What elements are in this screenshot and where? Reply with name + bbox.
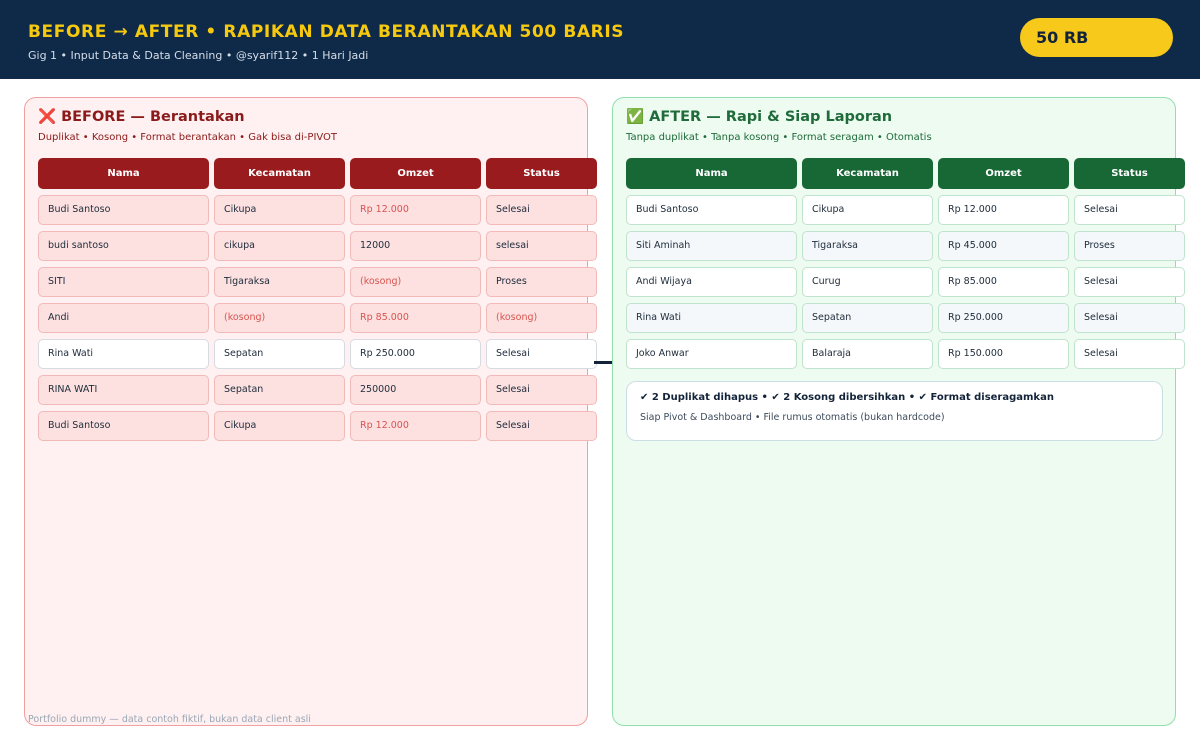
table-cell: Curug — [802, 267, 933, 297]
after-col-nama: Nama — [626, 158, 797, 189]
after-title: ✅ AFTER — Rapi & Siap Laporan — [626, 109, 893, 125]
table-cell: cikupa — [214, 231, 345, 261]
table-cell: Joko Anwar — [626, 339, 797, 369]
table-cell: Rp 250.000 — [350, 339, 481, 369]
header-bar: BEFORE → AFTER • RAPIKAN DATA BERANTAKAN… — [0, 0, 1200, 79]
table-cell: (kosong) — [486, 303, 597, 333]
after-subtitle: Tanpa duplikat • Tanpa kosong • Format s… — [626, 132, 932, 143]
table-cell: Sepatan — [214, 339, 345, 369]
page-title: BEFORE → AFTER • RAPIKAN DATA BERANTAKAN… — [28, 22, 625, 42]
table-cell: Andi — [38, 303, 209, 333]
table-cell: selesai — [486, 231, 597, 261]
table-cell: Andi Wijaya — [626, 267, 797, 297]
before-col-status: Status — [486, 158, 597, 189]
table-cell: Rp 12.000 — [350, 195, 481, 225]
table-cell: Rina Wati — [626, 303, 797, 333]
after-col-status: Status — [1074, 158, 1185, 189]
table-cell: Rp 12.000 — [938, 195, 1069, 225]
table-cell: Sepatan — [214, 375, 345, 405]
summary-note: Siap Pivot & Dashboard • File rumus otom… — [640, 412, 945, 423]
table-cell: 250000 — [350, 375, 481, 405]
summary-checklist: ✔ 2 Duplikat dihapus • ✔ 2 Kosong dibers… — [640, 392, 1054, 403]
price-badge: 50 RB — [1020, 18, 1173, 57]
table-cell: Sepatan — [802, 303, 933, 333]
table-cell: Selesai — [1074, 303, 1185, 333]
table-cell: Selesai — [1074, 339, 1185, 369]
table-cell: Siti Aminah — [626, 231, 797, 261]
table-cell: Cikupa — [214, 411, 345, 441]
before-title: ❌ BEFORE — Berantakan — [38, 109, 245, 125]
table-cell: Rp 45.000 — [938, 231, 1069, 261]
table-cell: Proses — [1074, 231, 1185, 261]
before-panel: ❌ BEFORE — Berantakan Duplikat • Kosong … — [24, 97, 597, 726]
table-cell: Tigaraksa — [214, 267, 345, 297]
table-cell: Balaraja — [802, 339, 933, 369]
table-cell: (kosong) — [214, 303, 345, 333]
table-cell: RINA WATI — [38, 375, 209, 405]
table-cell: Proses — [486, 267, 597, 297]
table-cell: 12000 — [350, 231, 481, 261]
table-cell: Rina Wati — [38, 339, 209, 369]
table-cell: (kosong) — [350, 267, 481, 297]
before-col-kecamatan: Kecamatan — [214, 158, 345, 189]
after-col-kecamatan: Kecamatan — [802, 158, 933, 189]
after-panel: ✅ AFTER — Rapi & Siap Laporan Tanpa dupl… — [612, 97, 1185, 726]
table-cell: SITI — [38, 267, 209, 297]
summary-box: ✔ 2 Duplikat dihapus • ✔ 2 Kosong dibers… — [626, 381, 1163, 441]
table-cell: Rp 85.000 — [350, 303, 481, 333]
table-cell: budi santoso — [38, 231, 209, 261]
after-col-omzet: Omzet — [938, 158, 1069, 189]
table-cell: Rp 12.000 — [350, 411, 481, 441]
table-cell: Selesai — [486, 375, 597, 405]
table-cell: Cikupa — [214, 195, 345, 225]
table-cell: Rp 85.000 — [938, 267, 1069, 297]
before-col-nama: Nama — [38, 158, 209, 189]
table-cell: Selesai — [486, 411, 597, 441]
table-cell: Selesai — [1074, 195, 1185, 225]
table-cell: Budi Santoso — [38, 195, 209, 225]
table-cell: Selesai — [1074, 267, 1185, 297]
footer-disclaimer: Portfolio dummy — data contoh fiktif, bu… — [28, 714, 311, 725]
table-cell: Budi Santoso — [626, 195, 797, 225]
table-cell: Rp 250.000 — [938, 303, 1069, 333]
table-cell: Rp 150.000 — [938, 339, 1069, 369]
table-cell: Tigaraksa — [802, 231, 933, 261]
before-col-omzet: Omzet — [350, 158, 481, 189]
table-cell: Selesai — [486, 195, 597, 225]
table-cell: Selesai — [486, 339, 597, 369]
table-cell: Budi Santoso — [38, 411, 209, 441]
table-cell: Cikupa — [802, 195, 933, 225]
connector-arrow — [594, 361, 614, 364]
page-subtitle: Gig 1 • Input Data & Data Cleaning • @sy… — [28, 49, 369, 62]
before-subtitle: Duplikat • Kosong • Format berantakan • … — [38, 132, 338, 143]
